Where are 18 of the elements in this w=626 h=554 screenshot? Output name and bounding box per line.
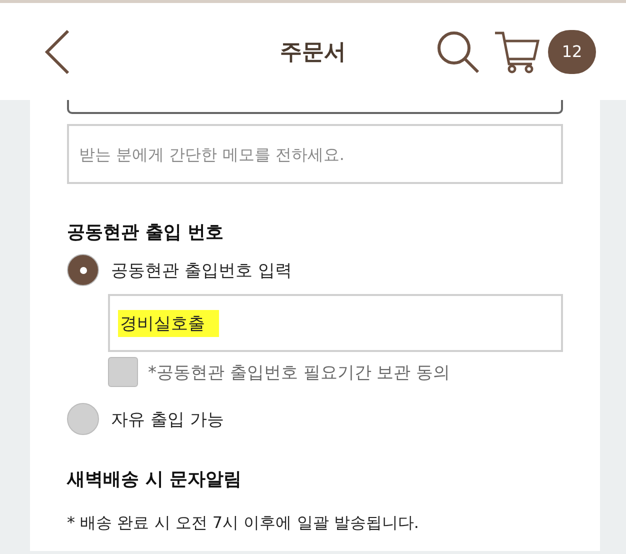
input-field[interactable]: [67, 100, 563, 114]
notice-text: * 배송 완료 시 오전 7시 이후에 일괄 발송됩니다.: [67, 513, 420, 534]
memo-field[interactable]: 받는 분에게 간단한 메모를 전하세요.: [67, 124, 563, 184]
radio-button[interactable]: [67, 254, 99, 286]
entrance-code-field[interactable]: 경비실호출: [108, 294, 563, 352]
option-label: 자유 출입 가능: [111, 408, 224, 430]
search-icon[interactable]: [436, 30, 480, 74]
section-title: 공동현관 출입 번호: [67, 221, 225, 244]
cart-count-badge: 12: [548, 30, 596, 74]
consent-checkbox[interactable]: [108, 357, 138, 387]
radio-button[interactable]: [67, 403, 99, 435]
field-value: 경비실호출: [118, 310, 219, 336]
section-title: 새벽배송 시 문자알림: [67, 468, 243, 491]
option-label: 공동현관 출입번호 입력: [111, 260, 292, 282]
back-icon[interactable]: [44, 28, 70, 74]
cart-icon[interactable]: [494, 30, 540, 74]
page-title: 주문서: [280, 38, 346, 66]
consent-label: *공동현관 출입번호 필요기간 보관 동의: [148, 362, 450, 384]
